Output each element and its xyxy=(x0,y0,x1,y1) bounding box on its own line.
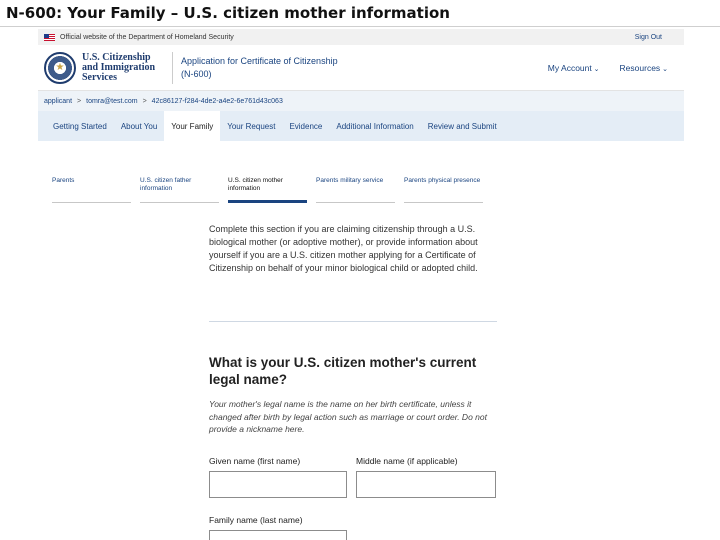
dhs-seal-icon: ★ xyxy=(44,51,76,84)
agency-line: and Immigration xyxy=(82,61,156,73)
official-banner: Official website of the Department of Ho… xyxy=(38,29,684,45)
family-name-label: Family name (last name) xyxy=(209,515,303,525)
tab-review-and-submit[interactable]: Review and Submit xyxy=(421,111,504,141)
tab-evidence[interactable]: Evidence xyxy=(282,111,329,141)
breadcrumb: applicant > tomra@test.com > 42c86127-f2… xyxy=(38,91,684,111)
subtab-parents-military-service[interactable]: Parents military service xyxy=(316,175,395,203)
content-divider xyxy=(209,321,497,322)
question-help-text: Your mother's legal name is the name on … xyxy=(209,399,487,434)
question-heading: What is your U.S. citizen mother's curre… xyxy=(209,355,477,387)
site-header: ★ U.S. Citizenship and Immigration Servi… xyxy=(38,45,684,91)
agency-line: Services xyxy=(82,71,117,83)
application-name: Application for Certificate of Citizensh… xyxy=(181,55,338,66)
header-divider xyxy=(172,51,173,84)
resources-menu[interactable]: Resources xyxy=(620,63,668,73)
subtab-parents[interactable]: Parents xyxy=(52,175,131,203)
my-account-menu[interactable]: My Account xyxy=(548,63,600,73)
agency-line: U.S. Citizenship xyxy=(82,51,151,63)
given-name-label: Given name (first name) xyxy=(209,456,301,466)
application-title: Application for Certificate of Citizensh… xyxy=(181,55,338,81)
tab-getting-started[interactable]: Getting Started xyxy=(46,111,114,141)
slide-title: N-600: Your Family – U.S. citizen mother… xyxy=(6,4,450,22)
breadcrumb-email[interactable]: tomra@test.com xyxy=(86,98,137,105)
browser-screenshot: Official website of the Department of Ho… xyxy=(38,29,684,540)
application-form-code: (N-600) xyxy=(181,68,212,79)
section-subtabs: Parents U.S. citizen father information … xyxy=(52,175,492,203)
middle-name-field[interactable] xyxy=(356,471,496,498)
section-instructions: Complete this section if you are claimin… xyxy=(209,224,478,273)
tab-your-request[interactable]: Your Request xyxy=(220,111,282,141)
tab-about-you[interactable]: About You xyxy=(114,111,164,141)
us-flag-icon xyxy=(44,33,55,41)
subtab-us-citizen-mother[interactable]: U.S. citizen mother information xyxy=(228,175,307,203)
breadcrumb-user[interactable]: applicant xyxy=(44,98,72,105)
breadcrumb-separator: > xyxy=(142,97,147,105)
title-divider xyxy=(0,26,720,27)
middle-name-label: Middle name (if applicable) xyxy=(356,456,458,466)
primary-tabs: Getting Started About You Your Family Yo… xyxy=(38,111,684,141)
sign-out-link[interactable]: Sign Out xyxy=(635,34,662,41)
agency-logo-text: U.S. Citizenship and Immigration Service… xyxy=(82,51,164,83)
breadcrumb-separator: > xyxy=(77,97,82,105)
family-name-field[interactable] xyxy=(209,530,347,540)
official-website-text: Official website of the Department of Ho… xyxy=(60,33,234,41)
subtab-parents-physical-presence[interactable]: Parents physical presence xyxy=(404,175,483,203)
tab-your-family[interactable]: Your Family xyxy=(164,111,221,141)
breadcrumb-case-id: 42c86127-f284-4de2-a4e2-6e761d43c063 xyxy=(151,97,283,105)
given-name-field[interactable] xyxy=(209,471,347,498)
tab-additional-information[interactable]: Additional Information xyxy=(329,111,420,141)
subtab-us-citizen-father[interactable]: U.S. citizen father information xyxy=(140,175,219,203)
